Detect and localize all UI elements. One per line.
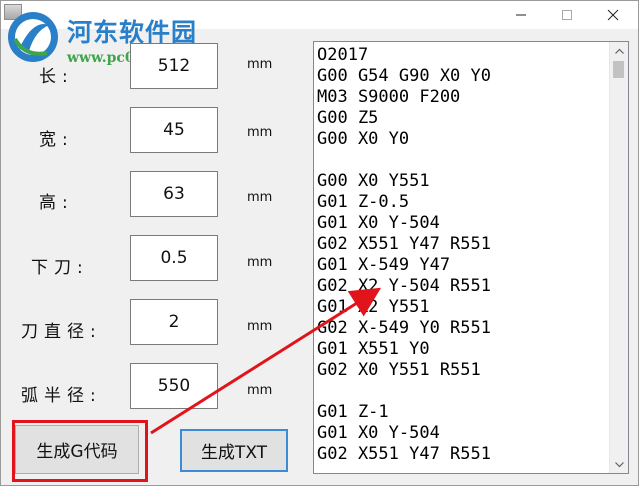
gcode-line bbox=[317, 150, 607, 171]
plunge-input[interactable] bbox=[130, 235, 218, 281]
gcode-line: G00 X0 Y551 bbox=[317, 171, 430, 191]
generate-txt-button[interactable]: 生成TXT bbox=[180, 429, 288, 472]
label-width: 宽: bbox=[39, 130, 74, 150]
unit-arc-radius: mm bbox=[247, 383, 273, 398]
label-length: 长: bbox=[39, 67, 74, 87]
chevron-down-icon bbox=[614, 461, 624, 467]
gcode-line: G01 X0 Y-504 bbox=[317, 423, 440, 443]
watermark-logo-icon bbox=[8, 12, 58, 62]
close-icon bbox=[607, 9, 619, 21]
close-button[interactable] bbox=[590, 1, 636, 29]
vertical-scrollbar[interactable] bbox=[609, 42, 628, 473]
unit-tool-diameter: mm bbox=[247, 319, 273, 334]
gcode-output-textbox[interactable]: O2017 G00 G54 G90 X0 Y0 M03 S9000 F200 G00 … bbox=[313, 41, 629, 474]
highlight-box bbox=[12, 420, 148, 482]
gcode-line: G01 X0 Y-504 bbox=[317, 213, 440, 233]
label-arc-radius: 弧半径: bbox=[21, 386, 102, 406]
gcode-line: O2017 bbox=[317, 45, 369, 65]
length-input[interactable] bbox=[130, 43, 218, 89]
scroll-thumb[interactable] bbox=[613, 61, 624, 78]
label-plunge: 下刀: bbox=[31, 258, 89, 278]
gcode-line: G01 X-549 Y47 bbox=[317, 255, 451, 275]
main-window: 河东软件园 www.pc0359.cn 长: mm 宽: mm 高: mm 下刀… bbox=[0, 0, 639, 486]
maximize-button[interactable] bbox=[544, 1, 590, 29]
unit-plunge: mm bbox=[247, 255, 273, 270]
gcode-line: G00 G54 G90 X0 Y0 bbox=[317, 66, 491, 86]
unit-height: mm bbox=[247, 190, 273, 205]
gcode-line: G00 X0 Y0 bbox=[317, 129, 410, 149]
label-tool-diameter: 刀直径: bbox=[21, 322, 102, 342]
gcode-line: G01 X551 Y0 bbox=[317, 339, 430, 359]
unit-width: mm bbox=[247, 125, 273, 140]
label-height: 高: bbox=[39, 193, 74, 213]
arc-radius-input[interactable] bbox=[130, 363, 218, 409]
height-input[interactable] bbox=[130, 171, 218, 217]
scroll-up-button[interactable] bbox=[610, 42, 628, 59]
gcode-line: G02 X0 Y551 R551 bbox=[317, 360, 481, 380]
gcode-line: G01 Z-1 bbox=[317, 402, 389, 422]
chevron-up-icon bbox=[614, 48, 624, 54]
gcode-line: G02 X551 Y47 R551 bbox=[317, 444, 491, 464]
gcode-line: G01 Z-0.5 bbox=[317, 192, 410, 212]
maximize-icon bbox=[562, 10, 572, 20]
gcode-line bbox=[317, 381, 607, 402]
gcode-line: G01 X2 Y551 bbox=[317, 297, 430, 317]
tool-diameter-input[interactable] bbox=[130, 299, 218, 345]
gcode-line: G02 X2 Y-504 R551 bbox=[317, 276, 491, 296]
gcode-line: M03 S9000 F200 bbox=[317, 87, 461, 107]
gcode-line: G00 Z5 bbox=[317, 108, 379, 128]
gcode-line: G02 X-549 Y0 R551 bbox=[317, 318, 491, 338]
minimize-icon bbox=[516, 14, 526, 16]
gcode-output-text: O2017 G00 G54 G90 X0 Y0 M03 S9000 F200 G00 … bbox=[317, 45, 607, 465]
width-input[interactable] bbox=[130, 107, 218, 153]
scroll-down-button[interactable] bbox=[610, 456, 628, 473]
unit-length: mm bbox=[247, 57, 273, 72]
gcode-line: G02 X551 Y47 R551 bbox=[317, 234, 491, 254]
minimize-button[interactable] bbox=[498, 1, 544, 29]
